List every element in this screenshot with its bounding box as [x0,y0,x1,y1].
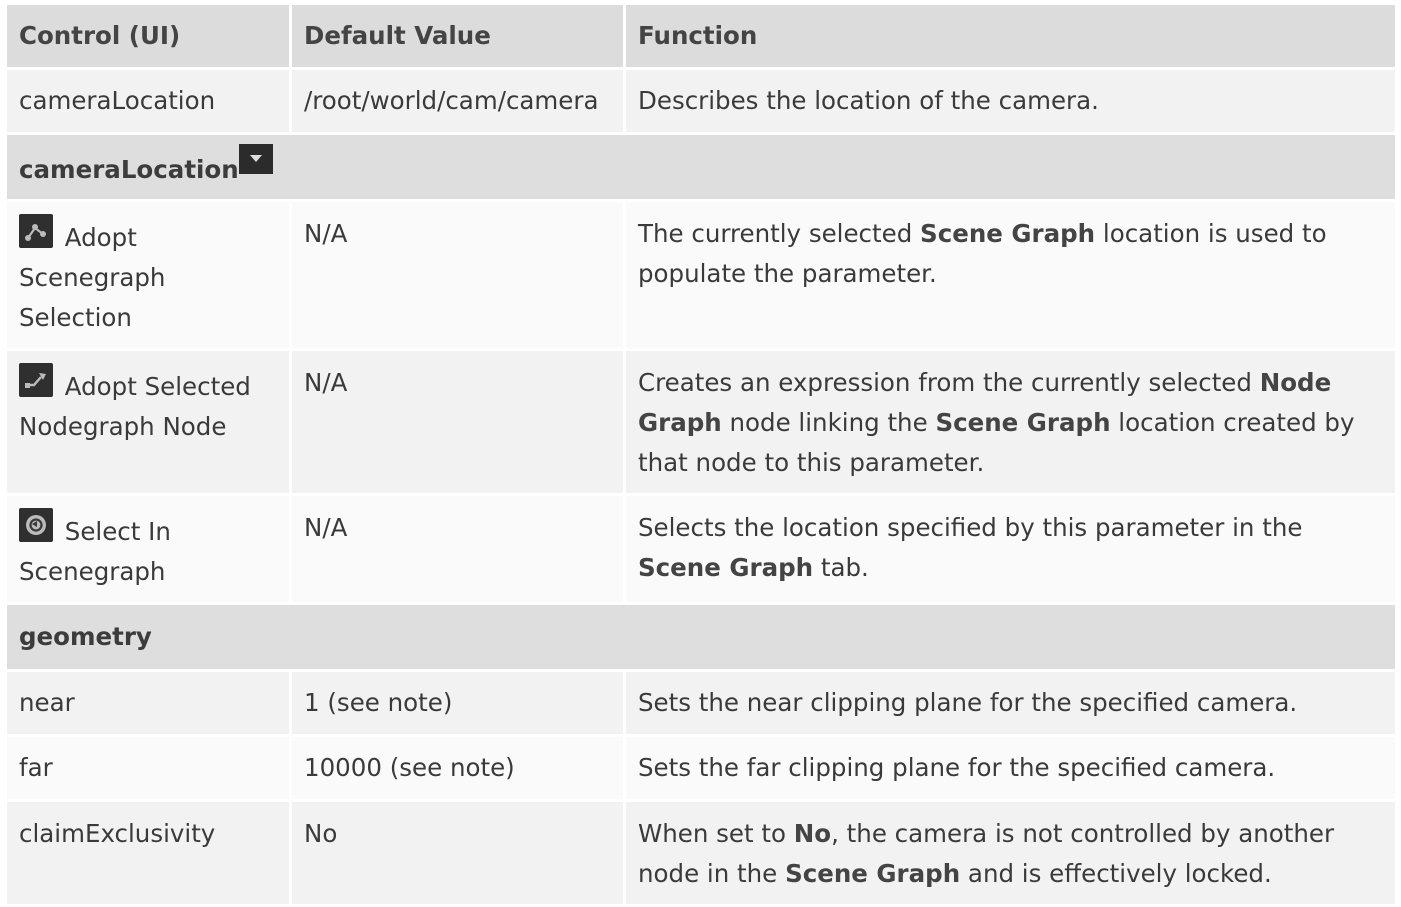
select-in-scenegraph-icon[interactable] [19,508,53,542]
control-cell: Adopt Scenegraph Selection [7,202,289,348]
default-cell: 10000 (see note) [292,737,623,799]
chevron-down-icon[interactable] [238,144,273,174]
ui-term: Scene Graph [638,553,814,582]
table-row: claimExclusivity No When set to No, the … [7,802,1395,904]
control-cell: Adopt Selected Nodegraph Node [7,351,289,493]
table-row: near 1 (see note) Sets the near clipping… [7,672,1395,734]
section-title: geometry [7,605,1395,669]
table-row: far 10000 (see note) Sets the far clippi… [7,737,1395,799]
adopt-node-icon[interactable] [19,363,53,397]
header-function: Function [626,5,1395,67]
function-cell: Describes the location of the camera. [626,70,1395,132]
default-cell: /root/world/cam/camera [292,70,623,132]
table-header: Control (UI) Default Value Function [7,5,1395,67]
control-label: Adopt Selected Nodegraph Node [19,372,251,441]
control-cell: far [7,737,289,799]
function-cell: When set to No, the camera is not contro… [626,802,1395,904]
ui-term: Scene Graph [920,219,1096,248]
default-cell: N/A [292,351,623,493]
control-cell: Select In Scenegraph [7,496,289,602]
function-cell: Creates an expression from the currently… [626,351,1395,493]
header-control: Control (UI) [7,5,289,67]
ui-term: Scene Graph [785,859,961,888]
header-default: Default Value [292,5,623,67]
table-row: Select In Scenegraph N/A Selects the loc… [7,496,1395,602]
default-cell: N/A [292,496,623,602]
section-title-cell: cameraLocation [7,135,1395,199]
parameters-table: Control (UI) Default Value Function came… [4,2,1398,907]
section-row: cameraLocation [7,135,1395,199]
table-row: Adopt Scenegraph Selection N/A The curre… [7,202,1395,348]
default-cell: No [292,802,623,904]
function-cell: The currently selected Scene Graph locat… [626,202,1395,348]
table-row: Adopt Selected Nodegraph Node N/A Create… [7,351,1395,493]
table-row: cameraLocation /root/world/cam/camera De… [7,70,1395,132]
function-cell: Selects the location specified by this p… [626,496,1395,602]
ui-term: Scene Graph [935,408,1111,437]
section-title: cameraLocation [19,155,239,184]
ui-term: No [793,819,832,848]
section-row: geometry [7,605,1395,669]
control-cell: claimExclusivity [7,802,289,904]
adopt-scenegraph-icon[interactable] [19,214,53,248]
default-cell: 1 (see note) [292,672,623,734]
function-cell: Sets the near clipping plane for the spe… [626,672,1395,734]
default-cell: N/A [292,202,623,348]
control-cell: near [7,672,289,734]
function-cell: Sets the far clipping plane for the spec… [626,737,1395,799]
control-cell: cameraLocation [7,70,289,132]
